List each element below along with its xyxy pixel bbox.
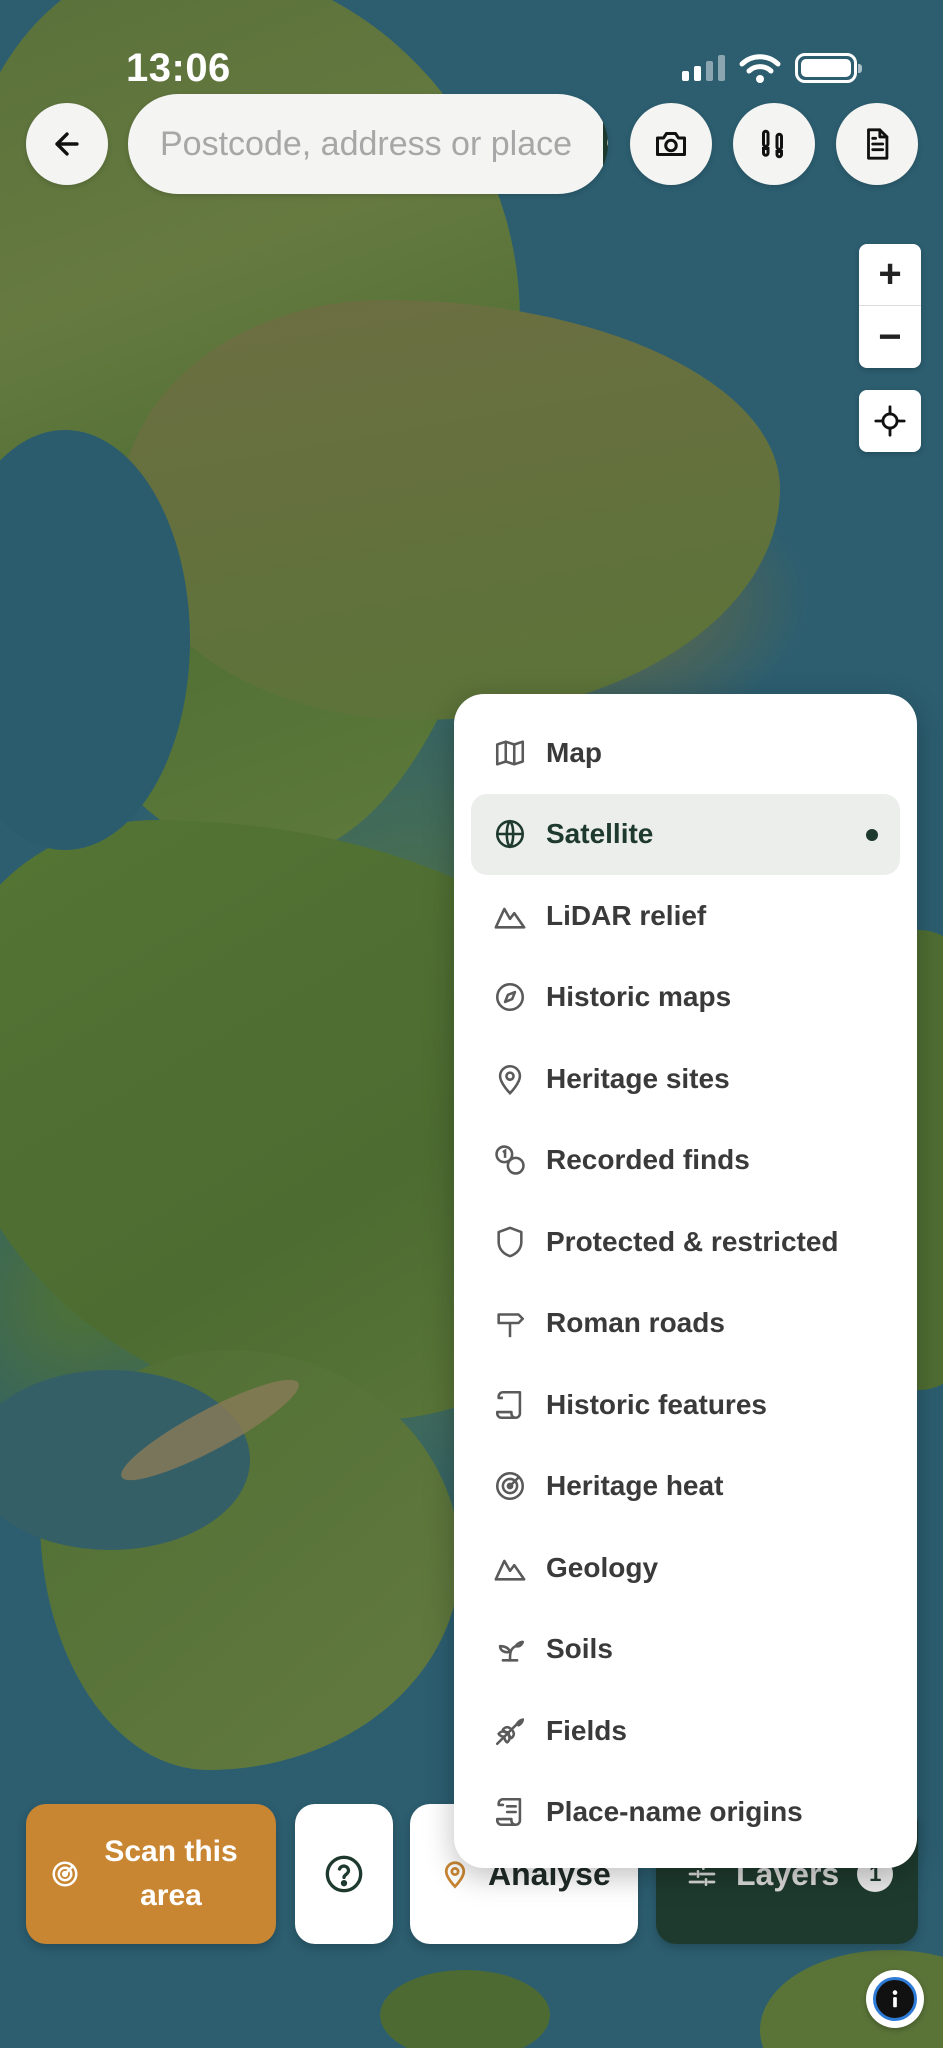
camera-icon bbox=[656, 132, 686, 156]
layer-option-geology[interactable]: Geology bbox=[471, 1527, 900, 1609]
selected-indicator bbox=[866, 828, 878, 841]
scroll-icon bbox=[492, 1387, 528, 1423]
sprout-icon bbox=[492, 1631, 528, 1667]
map-info-button[interactable] bbox=[866, 1970, 924, 2028]
document-button[interactable] bbox=[836, 103, 918, 185]
map-pin-icon bbox=[492, 1061, 528, 1097]
layer-option-place-name-origins[interactable]: Place-name origins bbox=[471, 1772, 900, 1854]
layer-option-soils[interactable]: Soils bbox=[471, 1609, 900, 1691]
layers-menu: Map Satellite LiDAR relief Historic maps… bbox=[454, 694, 917, 1868]
signpost-icon bbox=[492, 1305, 528, 1341]
radar-icon bbox=[52, 1861, 78, 1887]
back-button[interactable] bbox=[26, 103, 108, 185]
cellular-signal-icon bbox=[682, 55, 725, 81]
help-button[interactable] bbox=[295, 1804, 393, 1944]
globe-icon bbox=[492, 816, 528, 852]
layer-label: Historic maps bbox=[546, 981, 732, 1013]
camera-button[interactable] bbox=[630, 103, 712, 185]
layer-label: Place-name origins bbox=[546, 1796, 803, 1828]
layer-option-historic-features[interactable]: Historic features bbox=[471, 1364, 900, 1446]
layer-label: Recorded finds bbox=[546, 1144, 750, 1176]
wheat-icon bbox=[492, 1713, 528, 1749]
search-bar bbox=[128, 94, 608, 194]
layer-label: Roman roads bbox=[546, 1307, 725, 1339]
zoom-in-button[interactable]: + bbox=[859, 244, 921, 306]
layer-label: Historic features bbox=[546, 1388, 767, 1420]
status-icons bbox=[682, 52, 862, 84]
compass-icon bbox=[492, 979, 528, 1015]
layer-option-fields[interactable]: Fields bbox=[471, 1690, 900, 1772]
file-text-icon bbox=[867, 128, 889, 160]
layer-option-lidar-relief[interactable]: LiDAR relief bbox=[471, 875, 900, 957]
layer-label: Fields bbox=[546, 1714, 627, 1746]
locate-me-button[interactable] bbox=[859, 390, 921, 452]
radar-icon bbox=[492, 1468, 528, 1504]
zoom-out-button[interactable]: − bbox=[859, 306, 921, 368]
layer-label: Map bbox=[546, 736, 602, 768]
layer-option-recorded-finds[interactable]: Recorded finds bbox=[471, 1120, 900, 1202]
search-input[interactable] bbox=[128, 94, 603, 194]
layer-option-heritage-sites[interactable]: Heritage sites bbox=[471, 1038, 900, 1120]
layer-option-satellite[interactable]: Satellite bbox=[471, 793, 900, 875]
land-mass bbox=[380, 1970, 550, 2048]
footprints-button[interactable] bbox=[733, 103, 815, 185]
shield-icon bbox=[492, 1224, 528, 1260]
scan-area-button[interactable]: Scan this area bbox=[26, 1804, 276, 1944]
layer-label: Geology bbox=[546, 1551, 659, 1583]
mountain-icon bbox=[492, 898, 528, 934]
scan-area-label: Scan this area bbox=[104, 1835, 238, 1912]
wifi-icon bbox=[739, 54, 781, 83]
scroll-text-icon bbox=[492, 1794, 528, 1830]
layer-option-map[interactable]: Map bbox=[471, 712, 900, 794]
crosshair-icon bbox=[874, 405, 906, 437]
layer-label: LiDAR relief bbox=[546, 899, 707, 931]
coins-icon bbox=[492, 1142, 528, 1178]
layer-label: Soils bbox=[546, 1633, 613, 1665]
battery-icon bbox=[795, 53, 862, 83]
arrow-left-icon bbox=[55, 132, 79, 156]
land-mass bbox=[120, 300, 780, 720]
layer-option-protected-restricted[interactable]: Protected & restricted bbox=[471, 1201, 900, 1283]
layer-option-roman-roads[interactable]: Roman roads bbox=[471, 1283, 900, 1365]
footprints-icon bbox=[762, 129, 783, 159]
layer-label: Satellite bbox=[546, 818, 654, 850]
layer-option-heritage-heat[interactable]: Heritage heat bbox=[471, 1446, 900, 1528]
layer-label: Heritage heat bbox=[546, 1470, 724, 1502]
layer-label: Protected & restricted bbox=[546, 1225, 839, 1257]
mountain-icon bbox=[492, 1550, 528, 1586]
info-icon bbox=[873, 1977, 917, 2021]
status-time: 13:06 bbox=[126, 46, 231, 90]
layer-option-historic-maps[interactable]: Historic maps bbox=[471, 957, 900, 1039]
map-icon bbox=[492, 735, 528, 771]
zoom-controls: + − bbox=[859, 244, 921, 368]
layer-label: Heritage sites bbox=[546, 1062, 730, 1094]
help-circle-icon bbox=[325, 1855, 363, 1893]
